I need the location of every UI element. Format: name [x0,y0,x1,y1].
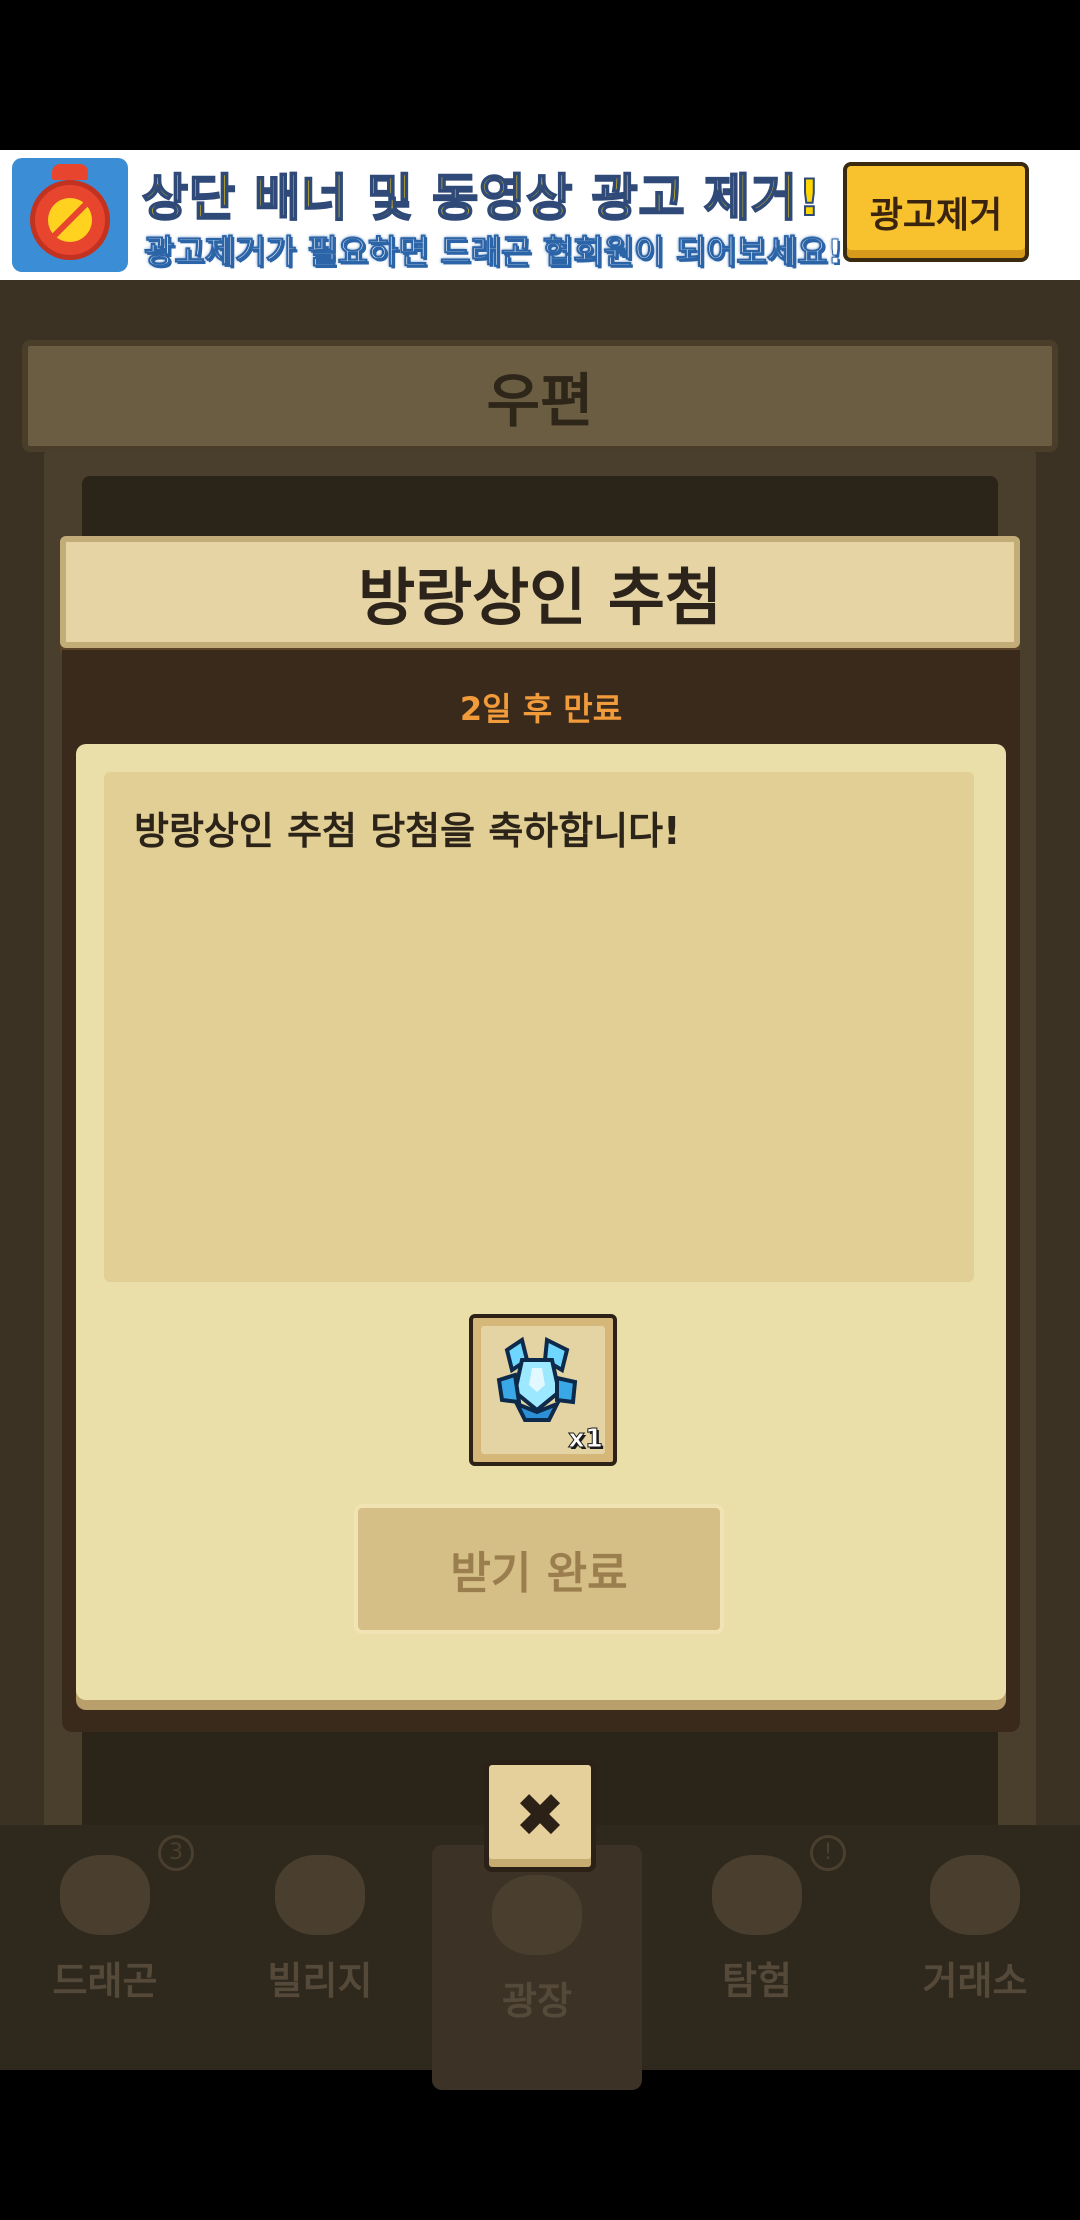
nav-tab-exchange[interactable]: 거래소 [870,1825,1080,2070]
popup-title: 방랑상인 추첨 [60,536,1020,648]
ad-banner-title: 상단 배너 및 동영상 광고 제거! [141,168,822,228]
nav-tab-explore[interactable]: ! 탐험 [652,1825,862,2070]
nav-tab-label: 광장 [502,1979,572,2023]
ad-block-clock-icon [12,158,128,272]
remove-ads-button[interactable]: 광고제거 [843,162,1029,262]
village-icon [275,1855,365,1935]
message-text: 방랑상인 추첨 당첨을 축하합니다! [134,809,681,853]
mail-header-title: 우편 [22,340,1058,452]
nav-tab-label: 거래소 [922,1959,1028,2003]
exchange-icon [930,1855,1020,1935]
blue-crystal-icon [496,1336,578,1422]
close-icon: ✖ [514,1781,566,1851]
nav-tab-dragon[interactable]: 3 드래곤 [0,1825,210,2070]
nav-badge: ! [810,1835,846,1871]
compass-icon [712,1855,802,1935]
ad-banner[interactable]: 상단 배너 및 동영상 광고 제거! 광고제거가 필요하면 드래곤 협회원이 되… [0,150,1080,280]
reward-item-slot[interactable]: x1 [469,1314,617,1466]
popup-paper: 방랑상인 추첨 당첨을 축하합니다! x1 받기 완료 [76,744,1006,1700]
close-button[interactable]: ✖ [484,1760,596,1872]
nav-tab-label: 탐험 [722,1959,792,2003]
nav-tab-plaza[interactable]: 광장 [432,1845,642,2090]
nav-badge: 3 [158,1835,194,1871]
mail-detail-popup: 2일 후 만료 방랑상인 추첨 당첨을 축하합니다! x1 받기 완료 [62,650,1020,1732]
nav-tab-label: 드래곤 [52,1959,158,2003]
nav-tab-label: 빌리지 [267,1959,373,2003]
ad-banner-subtitle: 광고제거가 필요하면 드래곤 협회원이 되어보세요! [144,232,844,272]
message-box: 방랑상인 추첨 당첨을 축하합니다! [104,772,974,1282]
claimed-button[interactable]: 받기 완료 [354,1504,724,1634]
plaza-icon [492,1875,582,1955]
nav-tab-village[interactable]: 빌리지 [215,1825,425,2070]
expiry-text: 2일 후 만료 [459,690,623,728]
dragon-icon [60,1855,150,1935]
reward-quantity: x1 [568,1424,604,1455]
